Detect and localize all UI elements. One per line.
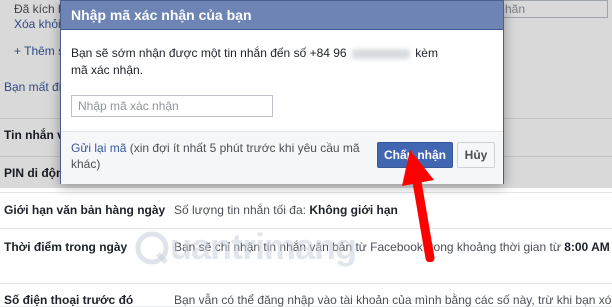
resend-code-link[interactable]: Gửi lại mã bbox=[71, 141, 126, 155]
dialog-body: Bạn sẽ sớm nhận được một tin nhắn đến số… bbox=[61, 29, 503, 123]
dialog-title: Nhập mã xác nhận của bạn bbox=[61, 1, 503, 30]
row-value: Số lượng tin nhắn tối đa: Không giới hạn bbox=[174, 203, 398, 217]
divider bbox=[0, 283, 612, 284]
resend-text: Gửi lại mã (xin đợi ít nhất 5 phút trước… bbox=[71, 140, 361, 172]
cancel-button[interactable]: Hủy bbox=[457, 142, 495, 168]
watermark: uantrimang bbox=[134, 224, 374, 270]
message-before: Bạn sẽ sớm nhận được một tin nhắn đến số… bbox=[71, 46, 347, 60]
quantrimang-logo-icon bbox=[135, 231, 169, 265]
red-arrow-icon bbox=[402, 150, 435, 262]
divider bbox=[0, 192, 612, 193]
verification-code-input[interactable] bbox=[71, 95, 273, 117]
watermark-text: uantrimang bbox=[170, 226, 357, 267]
row-value: Bạn vẫn có thể đăng nhập vào tài khoản c… bbox=[174, 293, 612, 307]
row-label: Thời điểm trong ngày bbox=[4, 240, 128, 254]
row-label: Giới hạn văn bản hàng ngày bbox=[4, 203, 166, 217]
blurred-phone-digits bbox=[351, 48, 410, 59]
dialog-message: Bạn sẽ sớm nhận được một tin nhắn đến số… bbox=[71, 45, 451, 79]
row-label: Số điện thoại trước đó bbox=[4, 293, 134, 307]
